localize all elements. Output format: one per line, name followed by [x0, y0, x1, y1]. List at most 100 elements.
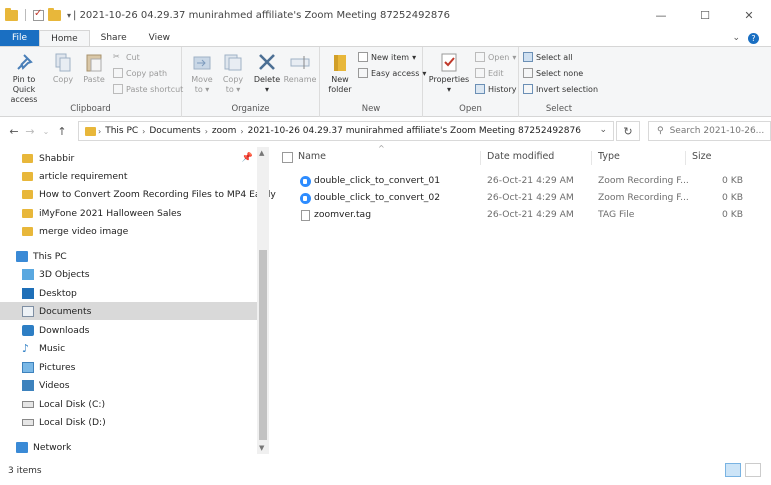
rename-button[interactable]: Rename: [283, 51, 317, 85]
file-date: 26-Oct-21 4:29 AM: [487, 192, 574, 203]
column-header-date-modified[interactable]: Date modified: [480, 151, 554, 165]
scroll-up-icon[interactable]: ▲: [259, 149, 264, 157]
copy-label: Copy: [52, 75, 74, 84]
tab-share[interactable]: Share: [90, 30, 138, 46]
recent-locations-icon[interactable]: ⌄: [38, 127, 54, 136]
new-folder-button[interactable]: New folder: [325, 51, 355, 95]
column-header-name[interactable]: Name: [292, 151, 326, 165]
help-icon[interactable]: ?: [748, 32, 759, 44]
breadcrumb-documents[interactable]: Documents: [149, 126, 200, 136]
nav-item-how-to-convert[interactable]: How to Convert Zoom Recording Files to M…: [0, 185, 276, 203]
nav-item-merge-video-image[interactable]: merge video image: [0, 222, 128, 240]
breadcrumb-this-pc[interactable]: This PC: [105, 126, 138, 136]
nav-item-downloads[interactable]: Downloads: [0, 321, 89, 339]
tab-view[interactable]: View: [138, 30, 181, 46]
scrollbar-thumb[interactable]: [259, 250, 267, 440]
back-arrow-icon[interactable]: ←: [6, 125, 22, 138]
column-header-type[interactable]: Type: [591, 151, 620, 165]
copy-button[interactable]: Copy: [49, 51, 77, 85]
invert-selection-button[interactable]: Invert selection: [523, 84, 598, 94]
address-dropdown-icon[interactable]: ⌄: [599, 125, 607, 135]
edit-button[interactable]: Edit: [475, 68, 504, 78]
new-folder-icon[interactable]: [48, 7, 61, 21]
scroll-down-icon[interactable]: ▼: [259, 444, 264, 452]
column-header-size[interactable]: Size: [685, 151, 712, 165]
address-bar[interactable]: › This PC › Documents › zoom › 2021-10-2…: [78, 121, 614, 141]
delete-button[interactable]: Delete ▾: [252, 51, 282, 95]
file-size: 0 KB: [722, 192, 744, 203]
tab-home[interactable]: Home: [39, 30, 90, 46]
nav-item-music[interactable]: ♪ Music: [0, 339, 65, 357]
nav-item-videos[interactable]: Videos: [0, 376, 70, 394]
details-view-icon[interactable]: [725, 463, 741, 477]
nav-item-this-pc[interactable]: This PC: [0, 247, 67, 265]
toolbar-divider: [25, 9, 26, 21]
nav-item-imyfone[interactable]: iMyFone 2021 Halloween Sales: [0, 204, 181, 222]
copy-to-icon: [224, 54, 242, 71]
properties-button[interactable]: Properties ▾: [427, 51, 471, 95]
select-all-button[interactable]: Select all: [523, 52, 573, 62]
nav-label: Shabbir: [39, 152, 75, 164]
nav-item-local-disk-c[interactable]: Local Disk (C:): [0, 395, 105, 413]
nav-item-desktop[interactable]: Desktop: [0, 284, 77, 302]
open-button[interactable]: Open ▾: [475, 52, 516, 62]
nav-label: merge video image: [39, 225, 129, 237]
new-item-icon: [358, 52, 368, 62]
search-input[interactable]: ⚲ Search 2021-10-26...: [648, 121, 771, 141]
nav-scrollbar[interactable]: ▲ ▼: [257, 147, 269, 454]
computer-icon: [16, 250, 28, 262]
breadcrumb-chevron-icon[interactable]: ›: [142, 127, 145, 136]
nav-item-network[interactable]: Network: [0, 438, 71, 456]
refresh-icon: ↻: [623, 124, 633, 138]
nav-item-article-requirement[interactable]: article requirement: [0, 167, 127, 185]
large-icons-view-icon[interactable]: [745, 463, 761, 477]
table-row[interactable]: double_click_to_convert_01 26-Oct-21 4:2…: [272, 173, 771, 190]
close-button[interactable]: ✕: [727, 0, 771, 30]
table-row[interactable]: zoomver.tag 26-Oct-21 4:29 AM TAG File 0…: [272, 207, 771, 224]
breadcrumb-chevron-icon[interactable]: ›: [205, 127, 208, 136]
copy-path-button[interactable]: Copy path: [113, 68, 167, 78]
select-none-button[interactable]: Select none: [523, 68, 583, 78]
paste-shortcut-button[interactable]: Paste shortcut: [113, 84, 183, 94]
maximize-button[interactable]: ☐: [683, 0, 727, 30]
paste-button[interactable]: Paste: [80, 51, 108, 85]
up-arrow-icon[interactable]: ↑: [54, 125, 70, 138]
folder-icon: [22, 153, 33, 163]
breadcrumb-chevron-icon[interactable]: ›: [240, 127, 243, 136]
file-name: zoomver.tag: [314, 209, 372, 220]
nav-item-3d-objects[interactable]: 3D Objects: [0, 265, 90, 283]
move-to-suffix: to: [194, 85, 203, 94]
move-to-icon: [193, 56, 211, 70]
properties-check-icon[interactable]: [33, 8, 44, 21]
easy-access-button[interactable]: Easy access ▾: [358, 68, 426, 78]
search-icon: ⚲: [657, 126, 664, 136]
nav-item-documents[interactable]: Documents: [0, 302, 257, 320]
invert-selection-label: Invert selection: [536, 84, 599, 94]
nav-label: Videos: [39, 379, 70, 391]
history-button[interactable]: History: [475, 84, 516, 94]
table-row[interactable]: double_click_to_convert_02 26-Oct-21 4:2…: [272, 190, 771, 207]
tab-file[interactable]: File: [0, 30, 40, 46]
nav-item-pictures[interactable]: Pictures: [0, 358, 75, 376]
minimize-button[interactable]: —: [639, 0, 683, 30]
nav-label: Local Disk (D:): [39, 416, 106, 428]
nav-item-shabbir[interactable]: Shabbir 📌: [0, 149, 257, 167]
new-group-label: New: [361, 104, 381, 114]
expand-ribbon-icon[interactable]: ⌄: [732, 33, 740, 43]
nav-label: How to Convert Zoom Recording Files to M…: [39, 188, 276, 200]
breadcrumb-zoom[interactable]: zoom: [212, 126, 237, 136]
copy-to-button[interactable]: Copy to ▾: [218, 51, 248, 95]
customize-toolbar-icon[interactable]: ▾: [67, 11, 71, 20]
nav-item-local-disk-d[interactable]: Local Disk (D:): [0, 413, 106, 431]
breadcrumb-chevron-icon[interactable]: ›: [98, 127, 101, 136]
pin-to-quick-access-button[interactable]: Pin to Quick access: [2, 51, 46, 105]
breadcrumb-current-folder[interactable]: 2021-10-26 04.29.37 munirahmed affiliate…: [248, 126, 581, 136]
new-item-button[interactable]: New item ▾: [358, 52, 416, 62]
cut-button[interactable]: ✂ Cut: [113, 52, 140, 62]
delete-x-icon: [259, 54, 275, 70]
open-dropdown-icon: ▾: [512, 52, 517, 62]
pin-icon[interactable]: 📌: [242, 153, 253, 163]
forward-arrow-icon[interactable]: →: [22, 125, 38, 138]
move-to-button[interactable]: Move to ▾: [187, 51, 217, 95]
refresh-button[interactable]: ↻: [616, 121, 640, 141]
